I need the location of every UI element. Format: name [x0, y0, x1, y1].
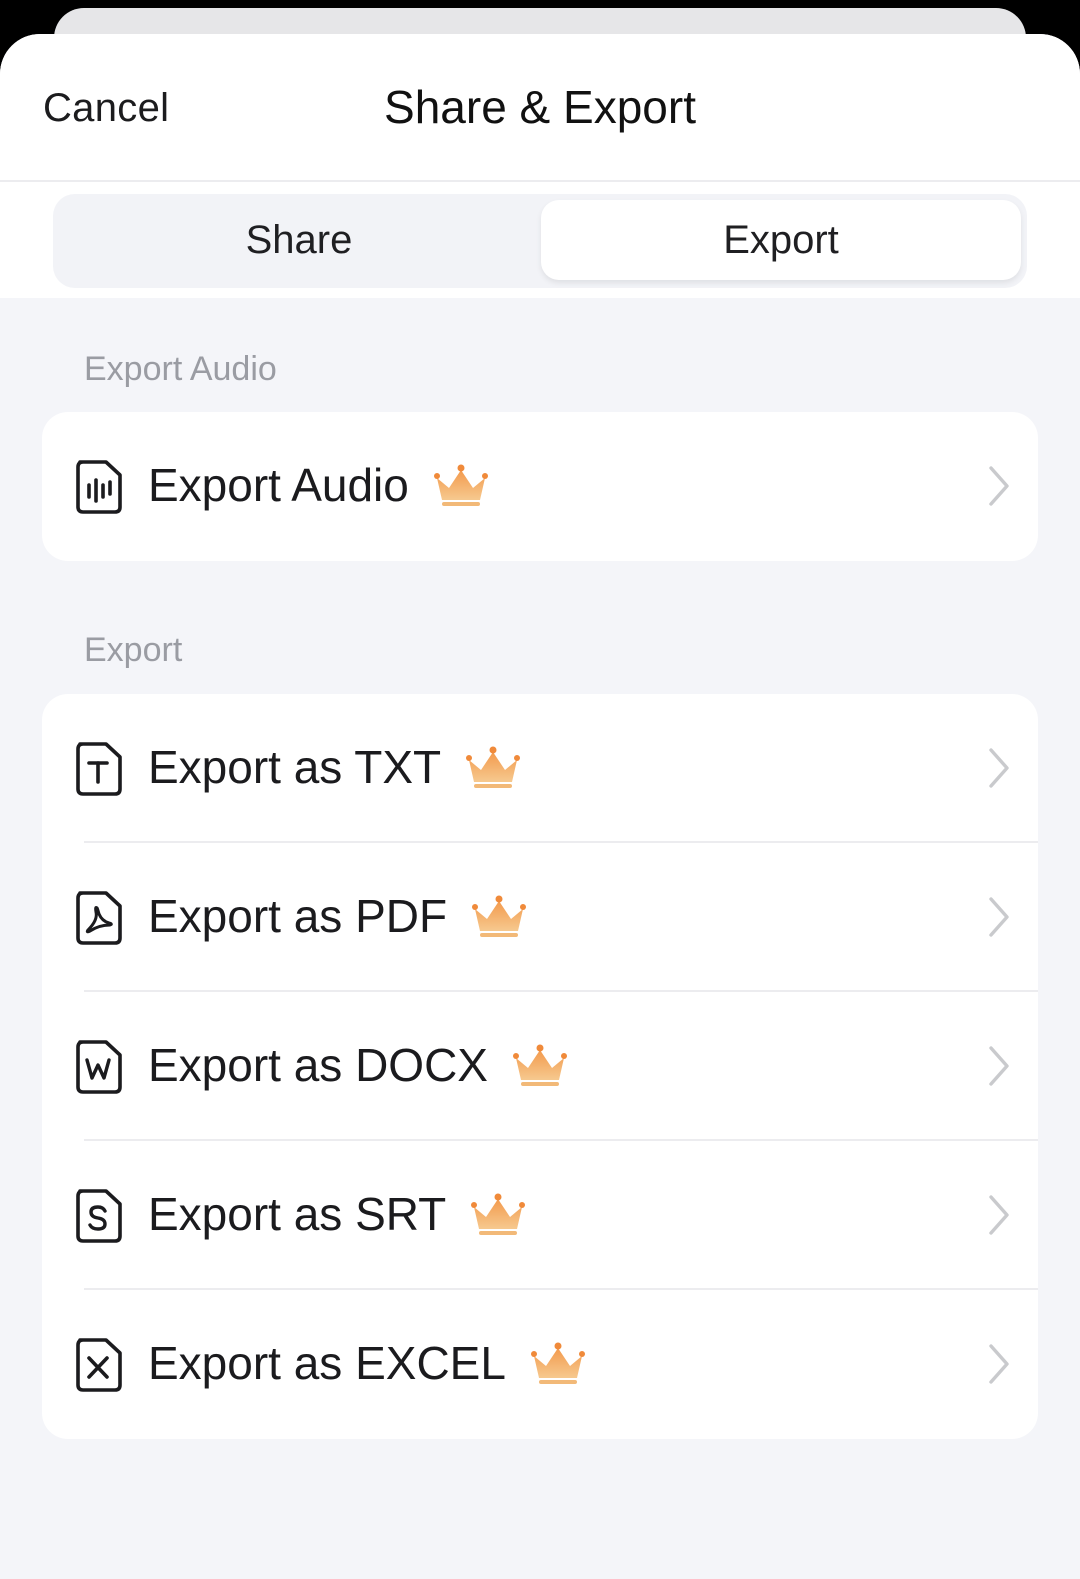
- section-label-export-audio: Export Audio: [84, 350, 277, 388]
- chevron-right-icon: [989, 748, 1009, 788]
- crown-icon: [513, 1044, 567, 1086]
- txt-file-icon: [76, 742, 122, 796]
- docx-file-icon: [76, 1040, 122, 1094]
- chevron-right-icon: [989, 1046, 1009, 1086]
- page-title: Share & Export: [384, 81, 696, 133]
- crown-icon: [466, 746, 521, 788]
- export-audio-card: Export Audio: [42, 412, 1038, 561]
- pdf-file-icon: [76, 891, 122, 945]
- tab-share[interactable]: Share: [59, 200, 539, 280]
- sheet-header: Cancel Share & Export Share Export: [0, 34, 1080, 298]
- tab-export[interactable]: Export: [541, 200, 1021, 280]
- audio-file-icon: [76, 460, 122, 514]
- chevron-right-icon: [989, 1195, 1009, 1235]
- crown-icon: [472, 895, 527, 937]
- export-pdf-label: Export as PDF: [148, 890, 448, 942]
- share-export-sheet: Cancel Share & Export Share Export Expor…: [0, 34, 1080, 1579]
- crown-icon: [433, 464, 488, 506]
- export-docx-row[interactable]: Export as DOCX: [42, 992, 1038, 1141]
- crown-icon: [471, 1193, 526, 1235]
- chevron-right-icon: [989, 466, 1009, 506]
- export-txt-label: Export as TXT: [148, 741, 442, 793]
- srt-file-icon: [76, 1189, 122, 1243]
- header-divider: [0, 180, 1080, 182]
- chevron-right-icon: [989, 1344, 1009, 1384]
- export-excel-row[interactable]: Export as EXCEL: [42, 1290, 1038, 1439]
- chevron-right-icon: [989, 897, 1009, 937]
- export-audio-row[interactable]: Export Audio: [42, 412, 1038, 561]
- excel-file-icon: [76, 1338, 122, 1392]
- export-srt-label: Export as SRT: [148, 1188, 447, 1240]
- export-formats-card: Export as TXT Export as PDF Export as DO…: [42, 694, 1038, 1439]
- crown-icon: [530, 1342, 585, 1384]
- export-pdf-row[interactable]: Export as PDF: [42, 843, 1038, 992]
- export-audio-label: Export Audio: [148, 459, 409, 511]
- segmented-control: Share Export: [53, 194, 1027, 288]
- export-txt-row[interactable]: Export as TXT: [42, 694, 1038, 843]
- export-srt-row[interactable]: Export as SRT: [42, 1141, 1038, 1290]
- export-excel-label: Export as EXCEL: [148, 1337, 506, 1389]
- export-docx-label: Export as DOCX: [148, 1039, 488, 1091]
- section-label-export: Export: [84, 631, 183, 669]
